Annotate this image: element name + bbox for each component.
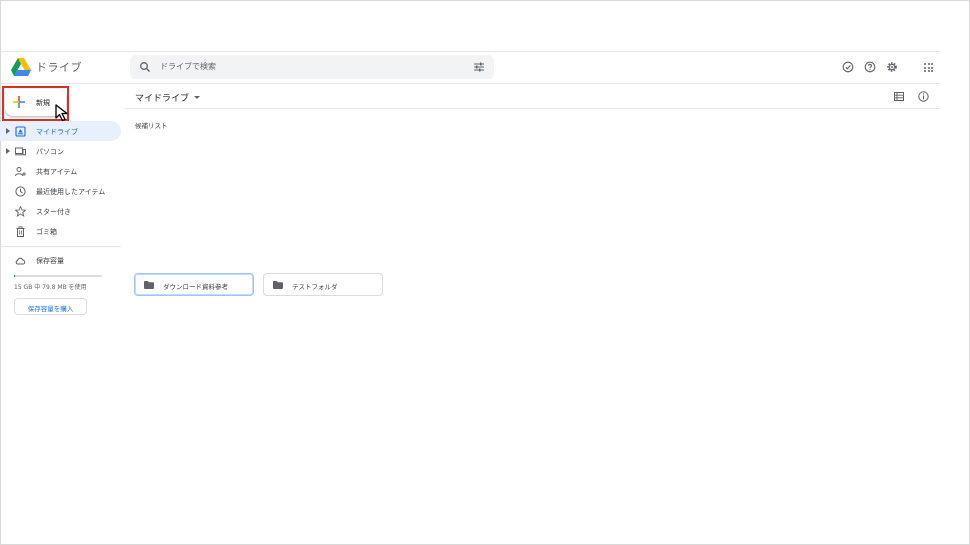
- sidebar-item-label: マイドライブ: [36, 128, 78, 136]
- trash-icon: [16, 226, 25, 237]
- cloud-icon: [15, 257, 26, 265]
- main-divider: [125, 108, 940, 109]
- recent-clock-icon: [15, 186, 26, 197]
- apps-grid-icon[interactable]: [924, 63, 933, 72]
- storage-progress-bar: [14, 275, 102, 277]
- sidebar-item-starred[interactable]: スター付き: [0, 201, 121, 221]
- settings-gear-icon[interactable]: [886, 61, 898, 73]
- drive-logo-icon: [11, 58, 31, 76]
- storage-progress-fill: [14, 275, 15, 277]
- sidebar-item-label: 共有アイテム: [36, 168, 78, 176]
- sidebar-divider: [0, 246, 121, 247]
- my-drive-icon: [15, 126, 26, 137]
- folder-card[interactable]: テストフォルダ: [263, 273, 383, 296]
- buy-storage-button[interactable]: 保存容量を購入: [14, 298, 87, 315]
- help-icon[interactable]: [864, 61, 876, 73]
- search-input[interactable]: ドライブで検索: [130, 55, 494, 79]
- expand-caret-icon[interactable]: [6, 148, 10, 154]
- folder-icon: [144, 281, 154, 289]
- ready-offline-icon[interactable]: [842, 61, 854, 73]
- storage-usage-text: 15 GB 中 79.8 MB を使用: [14, 284, 87, 291]
- star-icon: [15, 206, 26, 217]
- suggested-list-label: 候補リスト: [135, 122, 168, 130]
- search-icon[interactable]: [139, 61, 151, 73]
- search-placeholder: ドライブで検索: [160, 62, 216, 71]
- folder-card[interactable]: ダウンロード資料参考: [134, 273, 254, 296]
- expand-caret-icon[interactable]: [6, 128, 10, 134]
- storage-label: 保存容量: [36, 257, 64, 265]
- header-divider: [0, 83, 940, 84]
- folder-name: テストフォルダ: [292, 283, 338, 291]
- page-title[interactable]: マイドライブ: [135, 91, 189, 104]
- sidebar-item-my-drive[interactable]: マイドライブ: [0, 121, 121, 141]
- computers-icon: [15, 147, 26, 156]
- buy-storage-label: 保存容量を購入: [27, 305, 74, 313]
- sidebar-item-trash[interactable]: ゴミ箱: [0, 221, 121, 241]
- search-options-icon[interactable]: [473, 61, 485, 73]
- shared-icon: [15, 167, 26, 177]
- mouse-cursor-icon: [55, 104, 68, 121]
- folder-name: ダウンロード資料参考: [163, 283, 228, 291]
- folder-icon: [273, 281, 283, 289]
- sidebar-item-label: パソコン: [36, 148, 64, 156]
- top-divider: [0, 51, 940, 52]
- sidebar-item-label: 最近使用したアイテム: [36, 188, 106, 196]
- sidebar-item-shared[interactable]: 共有アイテム: [0, 161, 121, 181]
- sidebar-item-computers[interactable]: パソコン: [0, 141, 121, 161]
- sidebar-item-recent[interactable]: 最近使用したアイテム: [0, 181, 121, 201]
- sidebar-item-label: スター付き: [36, 208, 71, 216]
- list-view-icon[interactable]: [894, 92, 904, 101]
- title-dropdown-icon[interactable]: [194, 96, 200, 99]
- info-icon[interactable]: [918, 91, 929, 102]
- sidebar-item-label: ゴミ箱: [36, 228, 57, 236]
- app-title[interactable]: ドライブ: [36, 59, 82, 75]
- sidebar-item-storage[interactable]: 保存容量: [0, 250, 121, 270]
